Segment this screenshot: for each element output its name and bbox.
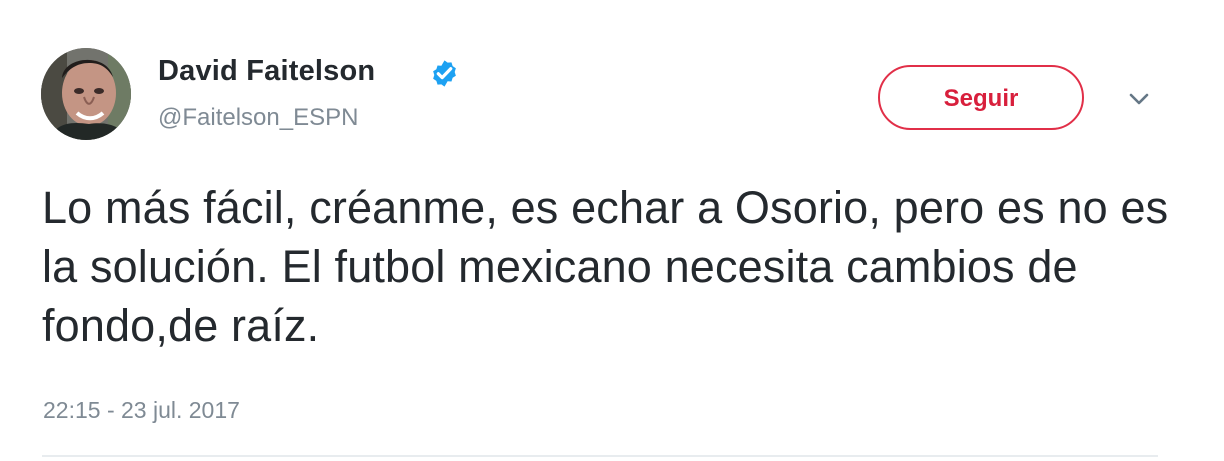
author-name[interactable]: David Faitelson xyxy=(158,53,375,89)
author-handle[interactable]: @Faitelson_ESPN xyxy=(158,103,358,133)
avatar[interactable] xyxy=(41,48,131,140)
chevron-down-icon[interactable] xyxy=(1127,90,1151,108)
tweet-timestamp[interactable]: 22:15 - 23 jul. 2017 xyxy=(43,396,240,424)
follow-button[interactable]: Seguir xyxy=(878,65,1084,130)
verified-badge-icon xyxy=(433,60,456,87)
tweet-text: Lo más fácil, créanme, es echar a Osorio… xyxy=(42,182,1169,351)
divider xyxy=(42,455,1158,457)
tweet-card: David Faitelson @Faitelson_ESPN Seguir L… xyxy=(0,0,1224,461)
